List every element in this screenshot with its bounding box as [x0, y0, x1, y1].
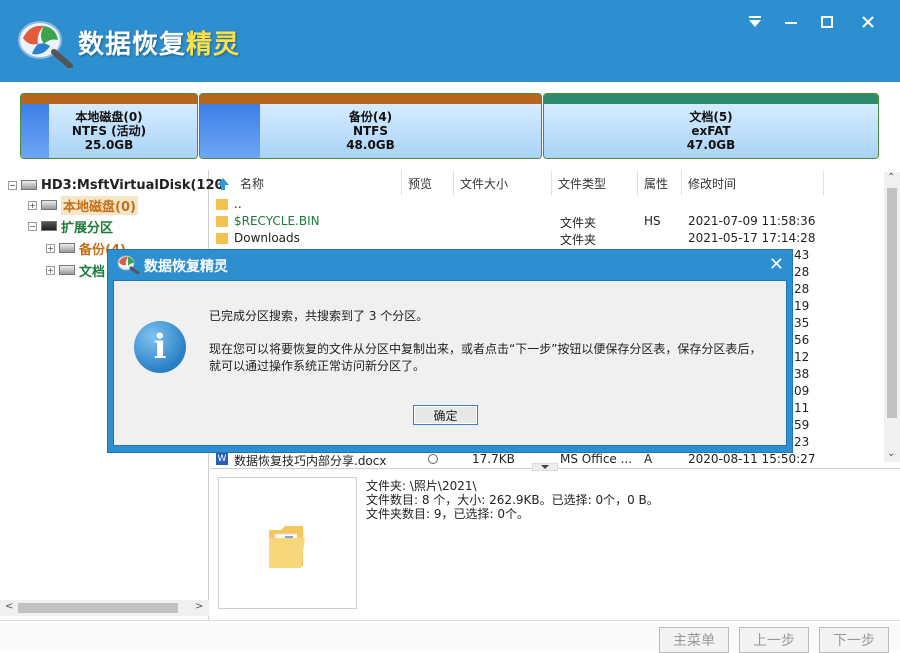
menu-dropdown-icon: [749, 16, 761, 27]
scroll-down-icon[interactable]: ⌄: [887, 448, 895, 459]
partition-strip: [21, 94, 197, 104]
partition-bar-local-disk[interactable]: 本地磁盘(0) NTFS (活动) 25.0GB: [20, 93, 198, 159]
file-row[interactable]: Downloads 文件夹 2021-05-17 17:14:28: [210, 230, 884, 247]
dialog-close-button[interactable]: ✕: [769, 254, 784, 275]
dialog-message-summary: 已完成分区搜索，共搜索到了 3 个分区。: [209, 309, 429, 323]
column-header-name[interactable]: 名称: [234, 171, 402, 195]
app-logo-icon: [18, 21, 73, 68]
partition-icon: [59, 243, 75, 253]
up-folder-icon[interactable]: [216, 177, 230, 191]
expand-icon[interactable]: +: [46, 265, 55, 275]
app-title-accent: 精灵: [186, 30, 241, 60]
tree-root-disk[interactable]: − HD3:MsftVirtualDisk(120: [8, 175, 224, 195]
word-doc-icon: W: [216, 453, 228, 465]
column-header-mtime[interactable]: 修改时间: [682, 171, 824, 195]
partition-bar-backup[interactable]: 备份(4) NTFS 48.0GB: [199, 93, 542, 159]
partition-label: 文档(5) exFAT 47.0GB: [686, 110, 736, 152]
tree-item-local-disk[interactable]: + 本地磁盘(0): [28, 195, 138, 215]
tree-horizontal-scrollbar[interactable]: < >: [0, 600, 209, 616]
dialog-message-detail: 现在您可以将要恢复的文件从分区中复制出来，或者点击“下一步”按钮以便保存分区表，…: [209, 342, 762, 373]
splitter-handle-icon[interactable]: [532, 463, 558, 471]
title-bar: 数据恢复精灵: [0, 0, 900, 82]
tree-item-extended-partition[interactable]: − 扩展分区: [28, 216, 113, 236]
expand-icon[interactable]: +: [28, 200, 37, 210]
expand-icon[interactable]: +: [46, 243, 55, 253]
close-icon: [862, 16, 874, 28]
partition-strip: [544, 94, 878, 104]
maximize-icon: [821, 16, 833, 28]
maximize-button[interactable]: [813, 10, 841, 34]
prev-step-button[interactable]: 上一步: [739, 627, 809, 653]
collapse-icon[interactable]: −: [28, 221, 37, 231]
app-title: 数据恢复精灵: [78, 24, 240, 61]
file-row[interactable]: $RECYCLE.BIN 文件夹 HS 2021-07-09 11:58:36: [210, 213, 884, 230]
close-button[interactable]: [854, 10, 882, 34]
menu-dropdown-button[interactable]: [741, 10, 769, 34]
column-header-preview[interactable]: 预览: [402, 171, 454, 195]
partition-icon: [41, 200, 57, 210]
scroll-left-icon[interactable]: <: [5, 601, 13, 612]
scrollbar-thumb[interactable]: [18, 603, 178, 613]
folder-preview-icon: [269, 526, 305, 568]
folder-icon: [216, 199, 228, 210]
detail-pane: 文件夹: \照片\2021\ 文件数目: 8 个，大小: 262.9KB。已选择…: [210, 463, 900, 618]
disk-icon: [21, 180, 37, 190]
column-header-size[interactable]: 文件大小: [454, 171, 552, 195]
info-icon: i: [134, 321, 186, 373]
search-complete-dialog: 数据恢复精灵 ✕ i 已完成分区搜索，共搜索到了 3 个分区。 现在您可以将要恢…: [107, 249, 793, 453]
tree-item-documents[interactable]: + 文档: [46, 260, 105, 280]
file-list-vertical-scrollbar[interactable]: ⌃ ⌄: [884, 172, 900, 462]
ok-button[interactable]: 确定: [413, 405, 478, 425]
next-step-button[interactable]: 下一步: [819, 627, 889, 653]
minimize-button[interactable]: [777, 10, 805, 34]
partition-bar-documents[interactable]: 文档(5) exFAT 47.0GB: [543, 93, 879, 159]
partition-label: 备份(4) NTFS 48.0GB: [346, 110, 395, 152]
scrollbar-thumb[interactable]: [887, 188, 897, 418]
preview-thumbnail: [218, 477, 357, 609]
folder-info: 文件夹: \照片\2021\ 文件数目: 8 个，大小: 262.9KB。已选择…: [366, 479, 659, 521]
folder-count: 文件夹数目: 9，已选择: 0个。: [366, 507, 529, 521]
scroll-up-icon[interactable]: ⌃: [887, 172, 895, 183]
hidden-mtime-column: 43 28 28 19 35 56 12 38 09 11 59 23: [794, 248, 810, 449]
file-row[interactable]: ..: [210, 196, 884, 213]
app-title-main: 数据恢复: [78, 30, 187, 60]
footer-bar: 主菜单 上一步 下一步: [0, 620, 900, 653]
dialog-logo-icon: [117, 255, 140, 274]
dialog-title: 数据恢复精灵: [144, 259, 228, 275]
partition-icon: [59, 265, 75, 275]
main-menu-button[interactable]: 主菜单: [659, 627, 729, 653]
partition-strip: [200, 94, 541, 104]
file-count: 文件数目: 8 个，大小: 262.9KB。已选择: 0个，0 B。: [366, 493, 659, 507]
collapse-icon[interactable]: −: [8, 180, 17, 190]
scroll-right-icon[interactable]: >: [195, 601, 203, 612]
folder-icon: [216, 216, 228, 227]
folder-icon: [216, 233, 228, 244]
dialog-body: i 已完成分区搜索，共搜索到了 3 个分区。 现在您可以将要恢复的文件从分区中复…: [113, 280, 787, 446]
partition-label: 本地磁盘(0) NTFS (活动) 25.0GB: [71, 110, 147, 152]
column-header-type[interactable]: 文件类型: [552, 171, 638, 195]
folder-path: 文件夹: \照片\2021\: [366, 479, 477, 493]
minimize-icon: [785, 22, 797, 24]
partition-icon: [41, 221, 57, 231]
preview-magnifier-icon[interactable]: [428, 454, 438, 464]
column-header-attr[interactable]: 属性: [638, 171, 682, 195]
